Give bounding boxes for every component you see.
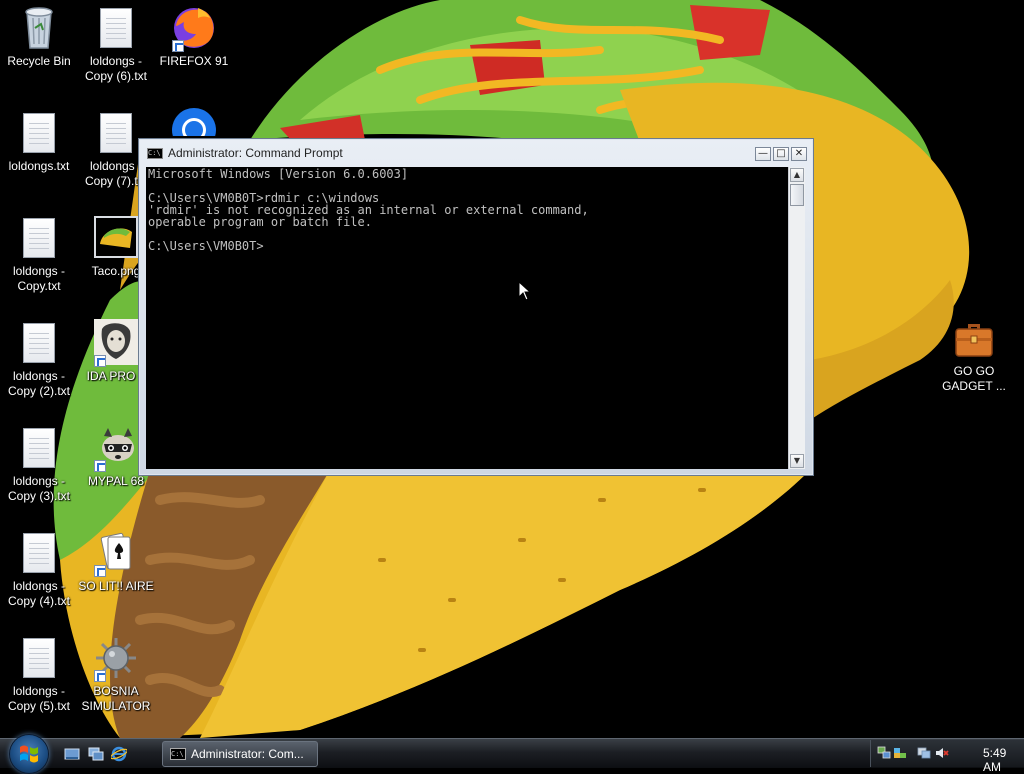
icon-label: loldongs - Copy (4).txt — [7, 579, 70, 608]
briefcase-icon — [950, 314, 998, 362]
window-title: Administrator: Command Prompt — [168, 146, 343, 160]
icon-label: GO GO GADGET ... — [942, 364, 1006, 393]
text-file-icon — [15, 319, 63, 367]
shortcut-arrow-icon — [172, 40, 184, 52]
taskbar-button-command-prompt[interactable]: C:\ Administrator: Com... — [162, 741, 318, 767]
scroll-thumb[interactable] — [790, 184, 804, 206]
text-file-icon — [15, 109, 63, 157]
network-computers-icon[interactable] — [877, 746, 891, 760]
icon-label: loldongs - Copy (6).txt — [84, 54, 147, 83]
desktop-icon-recycle-bin[interactable]: Recycle Bin — [0, 4, 78, 69]
text-file-icon — [15, 214, 63, 262]
desktop-icon-go-go-gadget[interactable]: GO GO GADGET ... — [935, 314, 1013, 394]
taskbar: C:\ Administrator: Com... 5:49 AM — [0, 735, 1024, 774]
icon-label: SO LIT!! AIRE — [78, 579, 154, 593]
switch-windows-icon[interactable] — [88, 746, 104, 762]
show-desktop-icon[interactable] — [64, 746, 80, 762]
text-file-icon — [92, 4, 140, 52]
vertical-scrollbar[interactable]: ▲ ▼ — [788, 167, 805, 469]
window-titlebar[interactable]: C:\ Administrator: Command Prompt — □ ✕ — [143, 143, 809, 163]
mouse-pointer-icon — [518, 281, 532, 301]
network-icon[interactable] — [917, 746, 931, 760]
icon-label: BOSNIA SIMULATOR — [81, 684, 151, 713]
command-prompt-icon: C:\ — [147, 148, 163, 159]
desktop-icon-loldongs-copy-6[interactable]: loldongs - Copy (6).txt — [77, 4, 155, 84]
icon-label: loldongs - Copy (2).txt — [7, 369, 70, 398]
shortcut-arrow-icon — [94, 460, 106, 472]
icon-label: FIREFOX 91 — [159, 54, 229, 68]
internet-explorer-icon[interactable] — [111, 746, 127, 762]
icon-label: MYPAL 68 — [87, 474, 145, 488]
desktop-icon-loldongs-copy-4[interactable]: loldongs - Copy (4).txt — [0, 529, 78, 609]
ida-pro-icon — [92, 319, 140, 367]
console-area[interactable]: Microsoft Windows [Version 6.0.6003] C:\… — [146, 167, 788, 469]
system-clock[interactable]: 5:49 AM — [983, 746, 1024, 774]
maximize-button[interactable]: □ — [773, 147, 789, 161]
desktop-icon-loldongs-copy-3[interactable]: loldongs - Copy (3).txt — [0, 424, 78, 504]
desktop-icon-chrome[interactable] — [155, 106, 233, 136]
minimize-button[interactable]: — — [755, 147, 771, 161]
desktop-icon-loldongs-copy-2[interactable]: loldongs - Copy (2).txt — [0, 319, 78, 399]
icon-label: loldongs - Copy (3).txt — [7, 474, 70, 503]
windows-defender-icon[interactable] — [893, 746, 907, 760]
icon-label: loldongs - Copy.txt — [12, 264, 66, 293]
icon-label: loldongs - Copy (5).txt — [7, 684, 70, 713]
start-button[interactable] — [10, 735, 48, 773]
recycle-bin-icon — [15, 4, 63, 52]
text-file-icon — [15, 634, 63, 682]
close-button[interactable]: ✕ — [791, 147, 807, 161]
spiked-mine-icon — [92, 634, 140, 682]
console-output: Microsoft Windows [Version 6.0.6003] C:\… — [148, 167, 589, 253]
scroll-down-button[interactable]: ▼ — [790, 454, 804, 468]
firefox-icon — [170, 4, 218, 52]
desktop-icon-loldongs-copy-5[interactable]: loldongs - Copy (5).txt — [0, 634, 78, 714]
desktop-icon-solitaire[interactable]: SO LIT!! AIRE — [77, 529, 155, 594]
taskbar-button-label: Administrator: Com... — [191, 747, 304, 761]
shortcut-arrow-icon — [94, 355, 106, 367]
taco-image-icon — [92, 214, 140, 262]
shortcut-arrow-icon — [94, 670, 106, 682]
scroll-up-button[interactable]: ▲ — [790, 168, 804, 182]
desktop[interactable]: Recycle Bin loldongs - Copy (6).txt FIRE… — [0, 0, 1024, 738]
text-file-icon — [92, 109, 140, 157]
playing-cards-icon — [92, 529, 140, 577]
command-prompt-icon: C:\ — [170, 748, 186, 760]
chrome-icon — [170, 106, 218, 136]
desktop-icon-firefox[interactable]: FIREFOX 91 — [155, 4, 233, 69]
system-tray: 5:49 AM — [870, 740, 1024, 774]
desktop-icon-loldongs[interactable]: loldongs.txt — [0, 109, 78, 174]
icon-label: loldongs.txt — [8, 159, 70, 173]
desktop-icon-loldongs-copy[interactable]: loldongs - Copy.txt — [0, 214, 78, 294]
windows-logo-icon — [20, 745, 38, 763]
desktop-icon-bosnia-simulator[interactable]: BOSNIA SIMULATOR — [77, 634, 155, 714]
icon-label: Recycle Bin — [7, 54, 71, 68]
text-file-icon — [15, 529, 63, 577]
text-file-icon — [15, 424, 63, 472]
command-prompt-window[interactable]: C:\ Administrator: Command Prompt — □ ✕ … — [138, 138, 814, 476]
volume-muted-icon[interactable] — [935, 746, 949, 760]
shortcut-arrow-icon — [94, 565, 106, 577]
raccoon-icon — [92, 424, 140, 472]
